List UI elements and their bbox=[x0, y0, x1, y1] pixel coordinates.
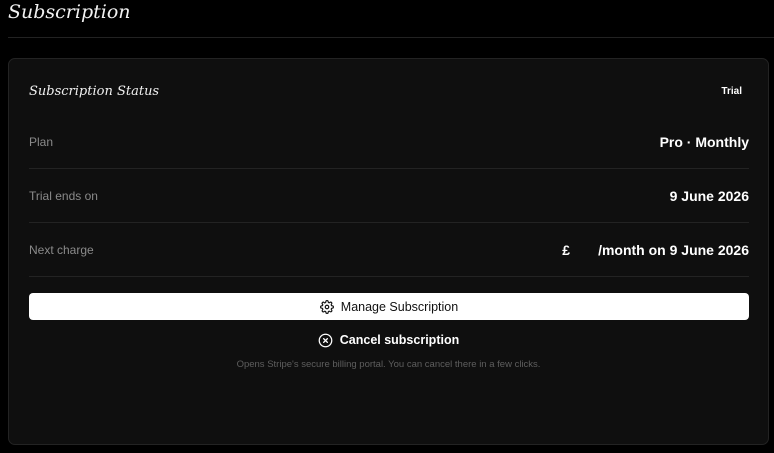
subscription-card: Subscription Status Trial Plan Pro · Mon… bbox=[8, 58, 769, 445]
billing-portal-helper-text: Opens Stripe's secure billing portal. Yo… bbox=[236, 359, 541, 370]
status-badge: Trial bbox=[721, 85, 742, 97]
currency-symbol: £ bbox=[562, 241, 571, 258]
circle-x-icon bbox=[318, 333, 340, 348]
manage-subscription-button[interactable]: Manage Subscription bbox=[29, 293, 749, 320]
plan-label: Plan bbox=[29, 134, 54, 149]
page-title: Subscription bbox=[8, 1, 131, 23]
trial-end-label: Trial ends on bbox=[29, 188, 98, 203]
trial-end-value: 9 June 2026 bbox=[669, 187, 749, 204]
trial-end-row: Trial ends on 9 June 2026 bbox=[29, 169, 749, 223]
plan-value: Pro · Monthly bbox=[659, 133, 749, 150]
card-header: Subscription Status Trial bbox=[29, 81, 742, 101]
cancel-subscription-button[interactable]: Cancel subscription bbox=[9, 329, 768, 351]
next-charge-value: /month on 9 June 2026 bbox=[598, 241, 749, 258]
title-divider bbox=[8, 37, 774, 38]
cancel-subscription-label: Cancel subscription bbox=[339, 333, 460, 347]
manage-subscription-label: Manage Subscription bbox=[340, 299, 459, 314]
next-charge-row: Next charge £ /month on 9 June 2026 bbox=[29, 223, 749, 277]
next-charge-label: Next charge bbox=[29, 242, 94, 257]
card-title: Subscription Status bbox=[29, 83, 160, 99]
plan-row: Plan Pro · Monthly bbox=[29, 115, 749, 169]
next-charge-value-group: £ /month on 9 June 2026 bbox=[562, 242, 749, 258]
gear-icon bbox=[319, 299, 341, 314]
